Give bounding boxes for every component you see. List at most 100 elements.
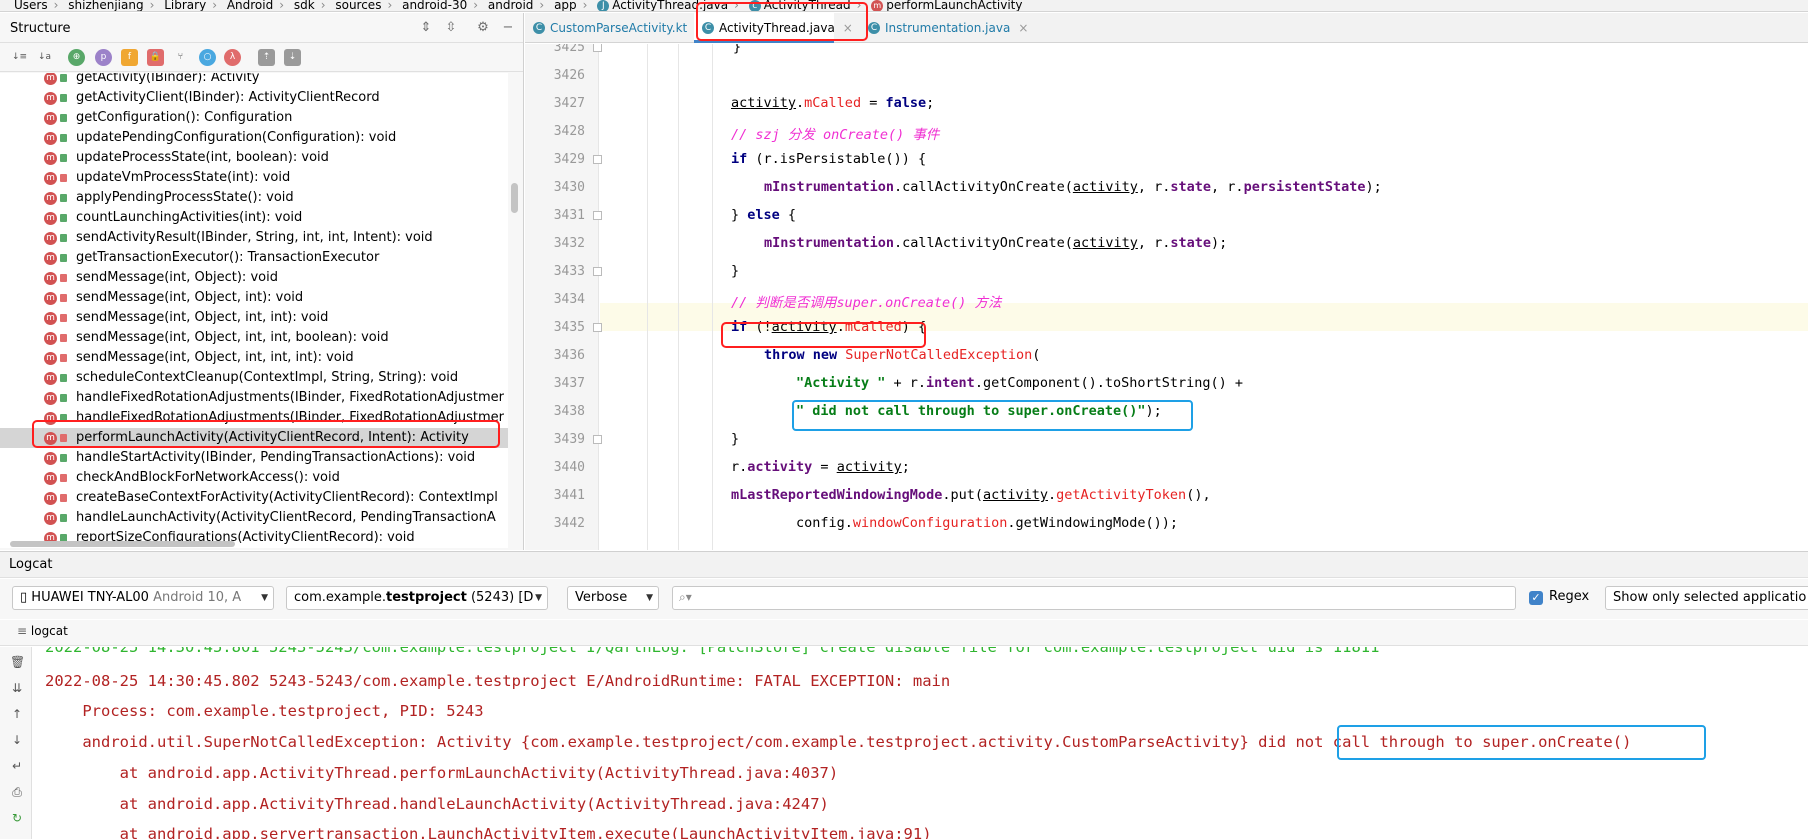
- structure-item[interactable]: m sendMessage(int, Object, int, int, bool…: [0, 328, 508, 348]
- regex-checkbox[interactable]: ✓: [1529, 591, 1543, 605]
- method-icon: m: [44, 312, 57, 325]
- structure-item-label: countLaunchingActivities(int): void: [76, 210, 303, 225]
- filter-value: Show only selected applicatio: [1613, 590, 1807, 605]
- structure-item-label: getActivity(IBinder): Activity: [76, 73, 260, 85]
- sort-by-type-icon[interactable]: ↓≡: [11, 49, 28, 66]
- close-icon[interactable]: ×: [1018, 21, 1028, 35]
- sort-alphabetically-icon[interactable]: ↓a: [36, 49, 53, 66]
- soft-wrap-icon[interactable]: ↵: [10, 759, 24, 773]
- structure-item[interactable]: m updateProcessState(int, boolean): void: [0, 148, 508, 168]
- breadcrumb-item[interactable]: m performLaunchActivity: [871, 0, 1022, 11]
- show-non-public-icon[interactable]: 🔒: [147, 49, 164, 66]
- breadcrumb-item[interactable]: app: [554, 0, 577, 11]
- breadcrumb-separator: ›: [387, 0, 393, 12]
- structure-item[interactable]: m sendMessage(int, Object, int, int, int)…: [0, 348, 508, 368]
- structure-item-label: scheduleContextCleanup(ContextImpl, Stri…: [76, 370, 459, 385]
- tab-logcat[interactable]: ≡ logcat: [17, 624, 68, 638]
- structure-item[interactable]: m sendMessage(int, Object): void: [0, 268, 508, 288]
- device-select[interactable]: ▯ HUAWEI TNY-AL00 Android 10, A ▼: [12, 586, 274, 610]
- tab-instrumentation[interactable]: C Instrumentation.java ×: [860, 13, 1028, 43]
- structure-panel: Structure ⇕ ⇳ ⚙ − ↓≡ ↓a ⊕ p f 🔒 ⑂ ○ λ ⇡ …: [0, 13, 524, 550]
- structure-item[interactable]: m sendMessage(int, Object, int): void: [0, 288, 508, 308]
- structure-item[interactable]: m getActivity(IBinder): Activity: [0, 73, 508, 88]
- visibility-icon: [60, 274, 67, 282]
- fold-marker[interactable]: [593, 211, 602, 220]
- fold-marker[interactable]: [593, 267, 602, 276]
- code-line: if (r.isPersistable()) {: [731, 151, 927, 167]
- code-line: mInstrumentation.callActivityOnCreate(ac…: [764, 235, 1228, 251]
- arrow-up-icon[interactable]: ↑: [10, 707, 24, 721]
- structure-item[interactable]: m sendActivityResult(IBinder, String, int…: [0, 228, 508, 248]
- show-fields-icon[interactable]: f: [121, 49, 138, 66]
- breadcrumb-separator: ›: [320, 0, 326, 12]
- fold-marker[interactable]: [593, 155, 602, 164]
- log-line: at android.app.servertransaction.LaunchA…: [45, 825, 932, 839]
- structure-item[interactable]: m getTransactionExecutor(): TransactionEx…: [0, 248, 508, 268]
- code-line: }: [731, 263, 740, 279]
- structure-item[interactable]: m applyPendingProcessState(): void: [0, 188, 508, 208]
- breadcrumb-item[interactable]: sources: [335, 0, 381, 11]
- tab-custom-parse-activity[interactable]: CCustomParseActivity.kt×: [525, 13, 705, 43]
- structure-item[interactable]: m getConfiguration(): Configuration: [0, 108, 508, 128]
- arrow-down-icon[interactable]: ↓: [10, 733, 24, 747]
- fold-marker[interactable]: [593, 323, 602, 332]
- breadcrumb-item[interactable]: Library: [164, 0, 206, 11]
- structure-item[interactable]: m handleLaunchActivity(ActivityClientReco…: [0, 508, 508, 528]
- filter-select[interactable]: Show only selected applicatio: [1605, 586, 1808, 610]
- minimize-icon[interactable]: −: [500, 20, 516, 36]
- collapse-all-icon[interactable]: ⇳: [443, 20, 459, 36]
- log-level-select[interactable]: Verbose ▼: [567, 586, 659, 610]
- visibility-icon: [60, 314, 67, 322]
- fold-marker[interactable]: [593, 435, 602, 444]
- structure-item[interactable]: m sendMessage(int, Object, int, int): voi…: [0, 308, 508, 328]
- print-icon[interactable]: ⎙: [10, 785, 24, 799]
- method-icon: m: [44, 452, 57, 465]
- vertical-scrollbar[interactable]: [511, 183, 518, 213]
- breadcrumb-item[interactable]: android: [488, 0, 534, 11]
- structure-item[interactable]: m handleFixedRotationAdjustments(IBinder,…: [0, 388, 508, 408]
- line-number: 3441: [553, 488, 585, 503]
- expand-all-icon[interactable]: ⇕: [418, 20, 434, 36]
- structure-item[interactable]: m countLaunchingActivities(int): void: [0, 208, 508, 228]
- autoscroll-from-source-icon[interactable]: ⇣: [284, 49, 301, 66]
- structure-item-label: handleLaunchActivity(ActivityClientRecor…: [76, 510, 496, 525]
- code-line: "Activity " + r.intent.getComponent().to…: [796, 375, 1244, 391]
- show-inherited-icon[interactable]: ⊕: [68, 49, 85, 66]
- structure-item[interactable]: m scheduleContextCleanup(ContextImpl, Str…: [0, 368, 508, 388]
- method-icon: m: [44, 192, 57, 205]
- horizontal-scrollbar[interactable]: [10, 541, 235, 547]
- breadcrumb-item[interactable]: shizhenjiang: [68, 0, 143, 11]
- breadcrumb-item[interactable]: Android: [227, 0, 273, 11]
- trash-icon[interactable]: 🗑: [10, 655, 25, 669]
- method-icon: m: [44, 152, 57, 165]
- restart-icon[interactable]: ↻: [10, 811, 24, 825]
- method-icon: m: [871, 0, 884, 11]
- search-field[interactable]: ⌕▾: [672, 586, 1516, 610]
- structure-item[interactable]: m checkAndBlockForNetworkAccess(): void: [0, 468, 508, 488]
- process-select[interactable]: com.example.testproject (5243) [D ▼: [286, 586, 548, 610]
- show-interfaces-icon[interactable]: ○: [199, 49, 216, 66]
- breadcrumb-item[interactable]: Users: [14, 0, 48, 11]
- logcat-output[interactable]: 2022-08-25 14:30:45.801 5243-5243/com.ex…: [33, 647, 1808, 839]
- show-lambdas-icon[interactable]: λ: [224, 49, 241, 66]
- structure-item[interactable]: m handleStartActivity(IBinder, PendingTra…: [0, 448, 508, 468]
- fold-marker[interactable]: [593, 44, 602, 52]
- java-file-icon: C: [868, 22, 880, 34]
- structure-item[interactable]: m getActivityClient(IBinder): ActivityCli…: [0, 88, 508, 108]
- visibility-icon: [60, 294, 67, 302]
- breadcrumb-item[interactable]: sdk: [294, 0, 315, 11]
- structure-item-label: getActivityClient(IBinder): ActivityClie…: [76, 90, 380, 105]
- code-editor[interactable]: 3425 3426 3427 3428 3429 3430 3431 3432 …: [525, 44, 1808, 550]
- structure-item[interactable]: m createBaseContextForActivity(ActivityCl…: [0, 488, 508, 508]
- show-properties-icon[interactable]: p: [95, 49, 112, 66]
- show-anonymous-icon[interactable]: ⑂: [172, 49, 189, 66]
- indent-guide: [712, 44, 713, 550]
- tab-label: logcat: [30, 624, 68, 638]
- visibility-icon: [60, 474, 67, 482]
- autoscroll-to-source-icon[interactable]: ⇡: [258, 49, 275, 66]
- structure-item[interactable]: m updateVmProcessState(int): void: [0, 168, 508, 188]
- structure-item[interactable]: m updatePendingConfiguration(Configuratio…: [0, 128, 508, 148]
- scroll-to-end-icon[interactable]: ⇊: [10, 681, 24, 695]
- gear-icon[interactable]: ⚙: [475, 20, 491, 36]
- breadcrumb-item[interactable]: android-30: [402, 0, 467, 11]
